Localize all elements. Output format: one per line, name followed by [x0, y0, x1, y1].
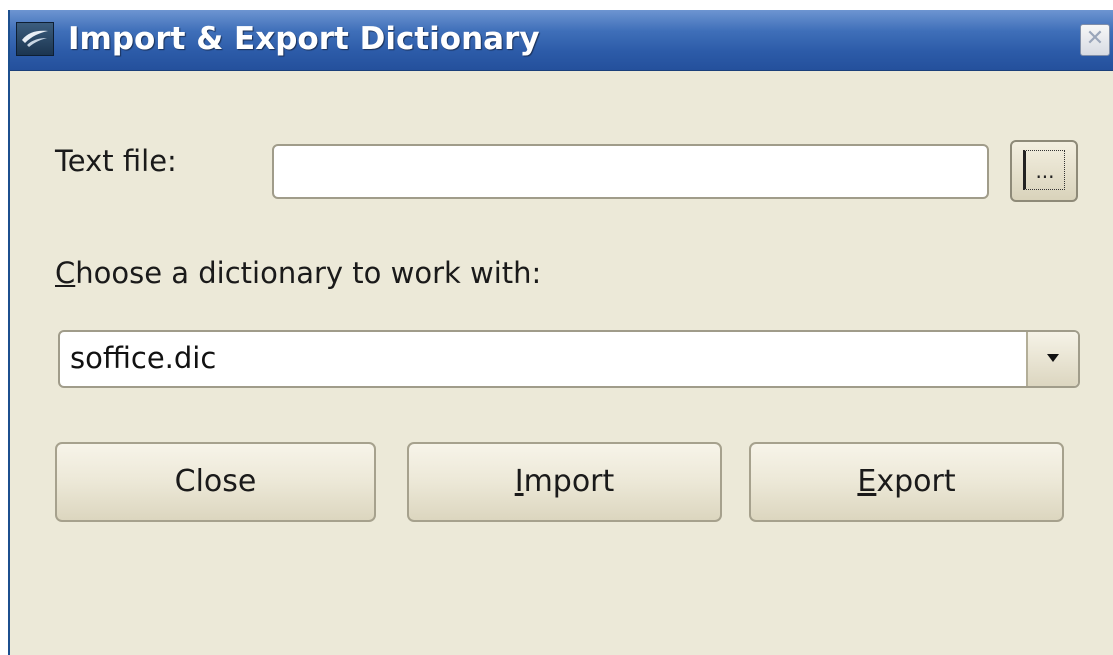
close-button[interactable]: Close: [55, 442, 376, 522]
import-button[interactable]: Import: [407, 442, 722, 522]
dictionary-label-mnemonic: C: [55, 256, 76, 290]
text-file-label: Text file:: [55, 144, 177, 178]
browse-button[interactable]: ...: [1010, 140, 1078, 202]
import-button-mnemonic: I: [514, 464, 524, 499]
export-button-label: xport: [876, 464, 956, 499]
dropdown-button[interactable]: [1026, 332, 1078, 386]
dictionary-select[interactable]: soffice.dic: [58, 330, 1080, 388]
export-button[interactable]: Export: [749, 442, 1064, 522]
import-button-label: mport: [523, 464, 615, 499]
browse-ellipsis: ...: [1023, 150, 1065, 190]
dictionary-label-text: hoose a dictionary to work with:: [75, 256, 542, 290]
export-button-mnemonic: E: [857, 464, 877, 499]
app-icon: [16, 22, 54, 56]
dictionary-label: Choose a dictionary to work with:: [55, 256, 541, 290]
close-icon: ✕: [1085, 26, 1105, 51]
dialog-window: Import & Export Dictionary ✕ Text file: …: [8, 10, 1113, 655]
window-close-button[interactable]: ✕: [1080, 24, 1110, 56]
text-file-input[interactable]: [272, 144, 989, 199]
titlebar[interactable]: Import & Export Dictionary ✕: [10, 10, 1113, 71]
dictionary-select-value: soffice.dic: [70, 341, 217, 375]
window-title: Import & Export Dictionary: [68, 21, 540, 57]
chevron-down-icon: [1047, 354, 1059, 362]
